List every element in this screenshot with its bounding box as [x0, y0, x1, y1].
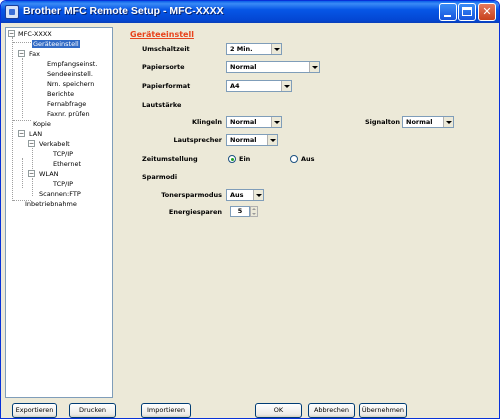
title-bar[interactable]: Brother MFC Remote Setup - MFC-XXXX ✕ [1, 1, 499, 23]
close-icon: ✕ [482, 5, 492, 18]
import-button[interactable]: Importieren [141, 403, 191, 418]
energiesparen-stepper[interactable]: 5 [230, 206, 250, 217]
settings-tree[interactable]: − MFC-XXXX Geräteeinstell − Fax Empfangs… [5, 27, 113, 398]
umschaltzeit-label: Umschaltzeit [142, 45, 190, 53]
settings-panel: Geräteeinstell Umschaltzeit 2 Min. Papie… [118, 25, 496, 398]
chevron-down-icon[interactable] [267, 135, 277, 145]
zeitumstellung-ein-radio[interactable] [228, 155, 236, 163]
tree-item-sendeeinstell[interactable]: Sendeeinstell. [46, 69, 94, 79]
tonersparmodus-label: Tonersparmodus [161, 191, 222, 199]
tree-item-ethernet[interactable]: Ethernet [52, 159, 82, 169]
section-title: Geräteeinstell [130, 30, 194, 39]
maximize-button[interactable] [458, 3, 476, 21]
papierformat-select[interactable]: A4 [226, 80, 292, 92]
collapse-toggle-icon[interactable]: − [18, 130, 25, 137]
umschaltzeit-select[interactable]: 2 Min. [226, 43, 282, 55]
tree-item-device[interactable]: MFC-XXXX [17, 29, 53, 39]
tree-item-berichte[interactable]: Berichte [46, 89, 75, 99]
tree-connector [22, 158, 23, 188]
maximize-icon [462, 7, 472, 16]
tree-item-wlan[interactable]: WLAN [38, 169, 60, 179]
chevron-down-icon[interactable] [281, 81, 291, 91]
tree-item-nrn-speichern[interactable]: Nrn. speichern [46, 79, 95, 89]
sparmodi-label: Sparmodi [142, 173, 178, 181]
chevron-down-icon[interactable] [271, 117, 281, 127]
tree-connector [22, 58, 23, 118]
minimize-button[interactable] [439, 3, 457, 21]
lautsprecher-label: Lautsprecher [173, 136, 223, 144]
tree-item-faxnr-pruefen[interactable]: Faxnr. prüfen [46, 109, 91, 119]
tree-item-tcpip-wired[interactable]: TCP/IP [52, 149, 74, 159]
ok-button[interactable]: OK [255, 403, 302, 418]
stepper-down-icon[interactable] [252, 213, 256, 215]
zeitumstellung-aus-label[interactable]: Aus [301, 155, 315, 163]
remote-setup-window: Brother MFC Remote Setup - MFC-XXXX ✕ − … [0, 0, 500, 419]
lautsprecher-select[interactable]: Normal [226, 134, 278, 146]
tree-item-kopie[interactable]: Kopie [32, 119, 52, 129]
tree-connector [13, 120, 31, 121]
tree-item-verkabelt[interactable]: Verkabelt [38, 139, 71, 149]
tree-connector [32, 178, 33, 196]
tree-connector [12, 37, 13, 201]
collapse-toggle-icon[interactable]: − [28, 170, 35, 177]
klingeln-select[interactable]: Normal [226, 116, 282, 128]
tree-item-scannen-ftp[interactable]: Scannen:FTP [38, 189, 82, 199]
close-button[interactable]: ✕ [478, 3, 496, 21]
app-icon [5, 5, 19, 19]
window-title: Brother MFC Remote Setup - MFC-XXXX [23, 5, 224, 17]
stepper-arrows-icon[interactable] [250, 206, 258, 217]
collapse-toggle-icon[interactable]: − [8, 30, 15, 37]
papiersorte-label: Papiersorte [142, 63, 185, 71]
tree-item-geraeteeinstell[interactable]: Geräteeinstell [32, 39, 80, 49]
energiesparen-label: Energiesparen [168, 208, 222, 216]
tree-item-lan[interactable]: LAN [28, 129, 43, 139]
tree-item-fernabfrage[interactable]: Fernabfrage [46, 99, 87, 109]
klingeln-label: Klingeln [191, 118, 222, 126]
chevron-down-icon[interactable] [271, 44, 281, 54]
tree-item-inbetriebnahme[interactable]: Inbetriebnahme [24, 199, 78, 209]
chevron-down-icon[interactable] [443, 117, 453, 127]
zeitumstellung-label: Zeitumstellung [142, 155, 198, 163]
cancel-button[interactable]: Abbrechen [308, 403, 355, 418]
tree-connector [13, 42, 33, 43]
signalton-label: Signalton [364, 118, 400, 126]
apply-button[interactable]: Übernehmen [359, 403, 407, 418]
tree-item-tcpip-wlan[interactable]: TCP/IP [52, 179, 74, 189]
minimize-icon [444, 15, 451, 17]
signalton-select[interactable]: Normal [402, 116, 454, 128]
chevron-down-icon[interactable] [253, 190, 263, 200]
zeitumstellung-aus-radio[interactable] [290, 155, 298, 163]
collapse-toggle-icon[interactable]: − [28, 140, 35, 147]
stepper-up-icon[interactable] [252, 208, 256, 210]
collapse-toggle-icon[interactable]: − [18, 50, 25, 57]
chevron-down-icon[interactable] [309, 62, 319, 72]
tonersparmodus-select[interactable]: Aus [226, 189, 264, 201]
tree-connector [32, 146, 33, 173]
print-button[interactable]: Drucken [69, 403, 116, 418]
zeitumstellung-ein-label[interactable]: Ein [239, 155, 250, 163]
papierformat-label: Papierformat [142, 82, 191, 90]
export-button[interactable]: Exportieren [12, 403, 57, 418]
tree-item-fax[interactable]: Fax [28, 49, 41, 59]
lautstaerke-label: Lautstärke [142, 101, 182, 109]
tree-item-empfangseinst[interactable]: Empfangseinst. [46, 59, 98, 69]
papiersorte-select[interactable]: Normal [226, 61, 320, 73]
